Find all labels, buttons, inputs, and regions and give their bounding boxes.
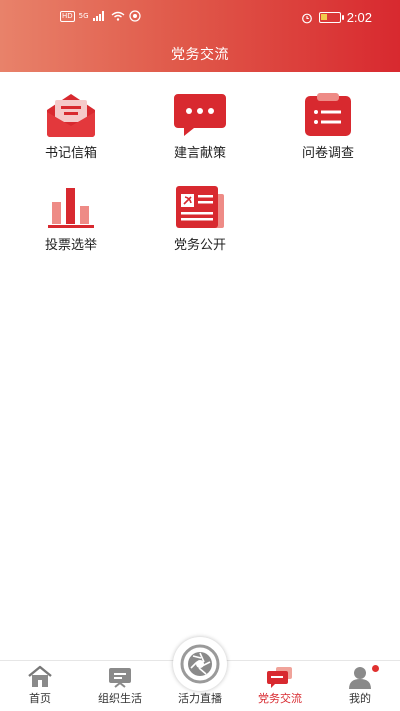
- nav-party-exchange[interactable]: 党务交流: [240, 661, 320, 711]
- signal-icon: [92, 11, 104, 21]
- nav-label: 活力直播: [178, 692, 222, 705]
- feature-secretary-mailbox[interactable]: 书记信箱: [16, 92, 126, 172]
- feature-suggestions[interactable]: 建言献策: [145, 92, 255, 172]
- app-notification-icon: [128, 10, 141, 22]
- user-icon: [349, 667, 371, 689]
- hd-badge: HD: [60, 10, 75, 22]
- nav-label: 党务交流: [258, 692, 302, 705]
- nav-organization-life[interactable]: 组织生活: [80, 661, 160, 711]
- feature-label: 党务公开: [173, 238, 226, 253]
- network-label: 5G: [78, 12, 89, 20]
- nav-profile[interactable]: 我的: [320, 661, 400, 711]
- feature-label: 投票选举: [44, 238, 97, 253]
- nav-label: 首页: [29, 692, 51, 705]
- feature-label: 问卷调查: [301, 146, 354, 161]
- bottom-nav: 首页 组织生活 活力直播 党务交流 我的: [0, 637, 400, 711]
- feature-label: 建言献策: [173, 146, 226, 161]
- notification-dot: [372, 665, 379, 672]
- nav-home[interactable]: 首页: [0, 661, 80, 711]
- clipboard-icon: [305, 93, 351, 136]
- clock-time: 2:02: [346, 10, 372, 25]
- battery-icon: [318, 12, 344, 23]
- newspaper-icon: [176, 186, 224, 228]
- feature-label: 书记信箱: [44, 146, 97, 161]
- home-icon: [28, 665, 52, 687]
- wifi-icon: [111, 11, 124, 21]
- alarm-icon: [301, 13, 312, 23]
- chat-icon: [267, 667, 292, 688]
- page-title: 党务交流: [171, 47, 229, 63]
- status-bar: HD 5G 2:02: [0, 8, 400, 30]
- tv-icon: [109, 668, 131, 688]
- feature-party-affairs-disclosure[interactable]: 党务公开: [145, 184, 255, 264]
- envelope-icon: [47, 94, 95, 137]
- nav-label: 组织生活: [98, 692, 142, 705]
- chat-bubble-icon: [174, 94, 226, 136]
- feature-questionnaire[interactable]: 问卷调查: [273, 92, 383, 172]
- camera-aperture-icon: [180, 644, 220, 684]
- header: HD 5G 2:02 党务交流: [0, 0, 400, 72]
- nav-live-stream[interactable]: 活力直播: [160, 637, 240, 711]
- nav-label: 我的: [349, 692, 371, 705]
- bar-chart-icon: [48, 188, 94, 228]
- feature-voting[interactable]: 投票选举: [16, 184, 126, 264]
- live-stream-button[interactable]: [173, 637, 227, 691]
